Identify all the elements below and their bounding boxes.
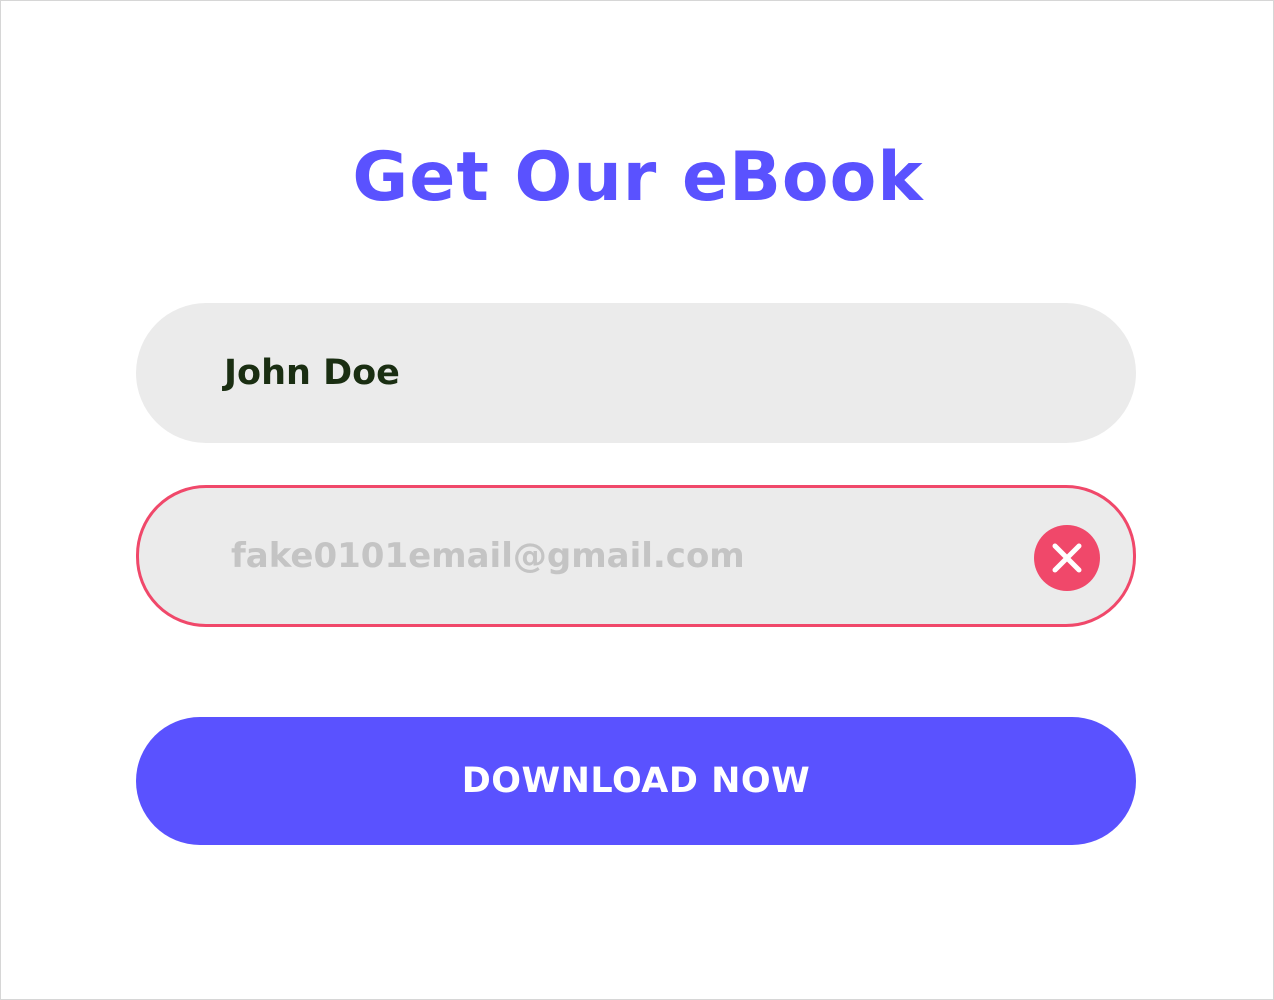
close-icon[interactable] xyxy=(1034,525,1100,591)
email-field-placeholder: fake0101email@gmail.com xyxy=(231,536,745,576)
name-field[interactable]: John Doe xyxy=(136,303,1136,443)
ebook-form-card: Get Our eBook John Doe fake0101email@gma… xyxy=(0,0,1274,1000)
close-icon-glyph xyxy=(1034,525,1100,591)
form-title: Get Our eBook xyxy=(352,137,924,217)
download-now-button[interactable]: DOWNLOAD NOW xyxy=(136,717,1136,845)
name-field-value: John Doe xyxy=(224,353,400,393)
email-field[interactable]: fake0101email@gmail.com xyxy=(136,485,1136,627)
